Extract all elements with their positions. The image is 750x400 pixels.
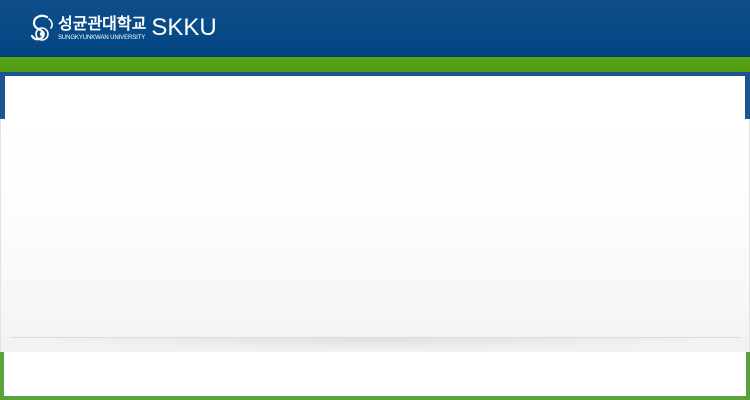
header-bar: 성균관대학교 SUNGKYUNKWAN UNIVERSITY SKKU [0,0,750,57]
blue-frame-inner-area [5,76,745,119]
main-content-panel [0,119,750,352]
content-shadow [20,338,730,350]
logo-english-name: SUNGKYUNKWAN UNIVERSITY [58,34,146,41]
university-logo[interactable]: 성균관대학교 SUNGKYUNKWAN UNIVERSITY SKKU [30,11,217,45]
green-accent-stripe [0,57,750,72]
logo-text-block: 성균관대학교 SUNGKYUNKWAN UNIVERSITY [58,13,147,42]
blue-frame-band [0,72,750,119]
skku-emblem-icon [30,14,53,41]
logo-korean-name: 성균관대학교 [58,13,147,33]
logo-abbreviation: SKKU [151,14,217,41]
page: 성균관대학교 SUNGKYUNKWAN UNIVERSITY SKKU [0,0,750,400]
bottom-green-frame [0,352,750,400]
bottom-frame-inner-area [4,352,746,396]
